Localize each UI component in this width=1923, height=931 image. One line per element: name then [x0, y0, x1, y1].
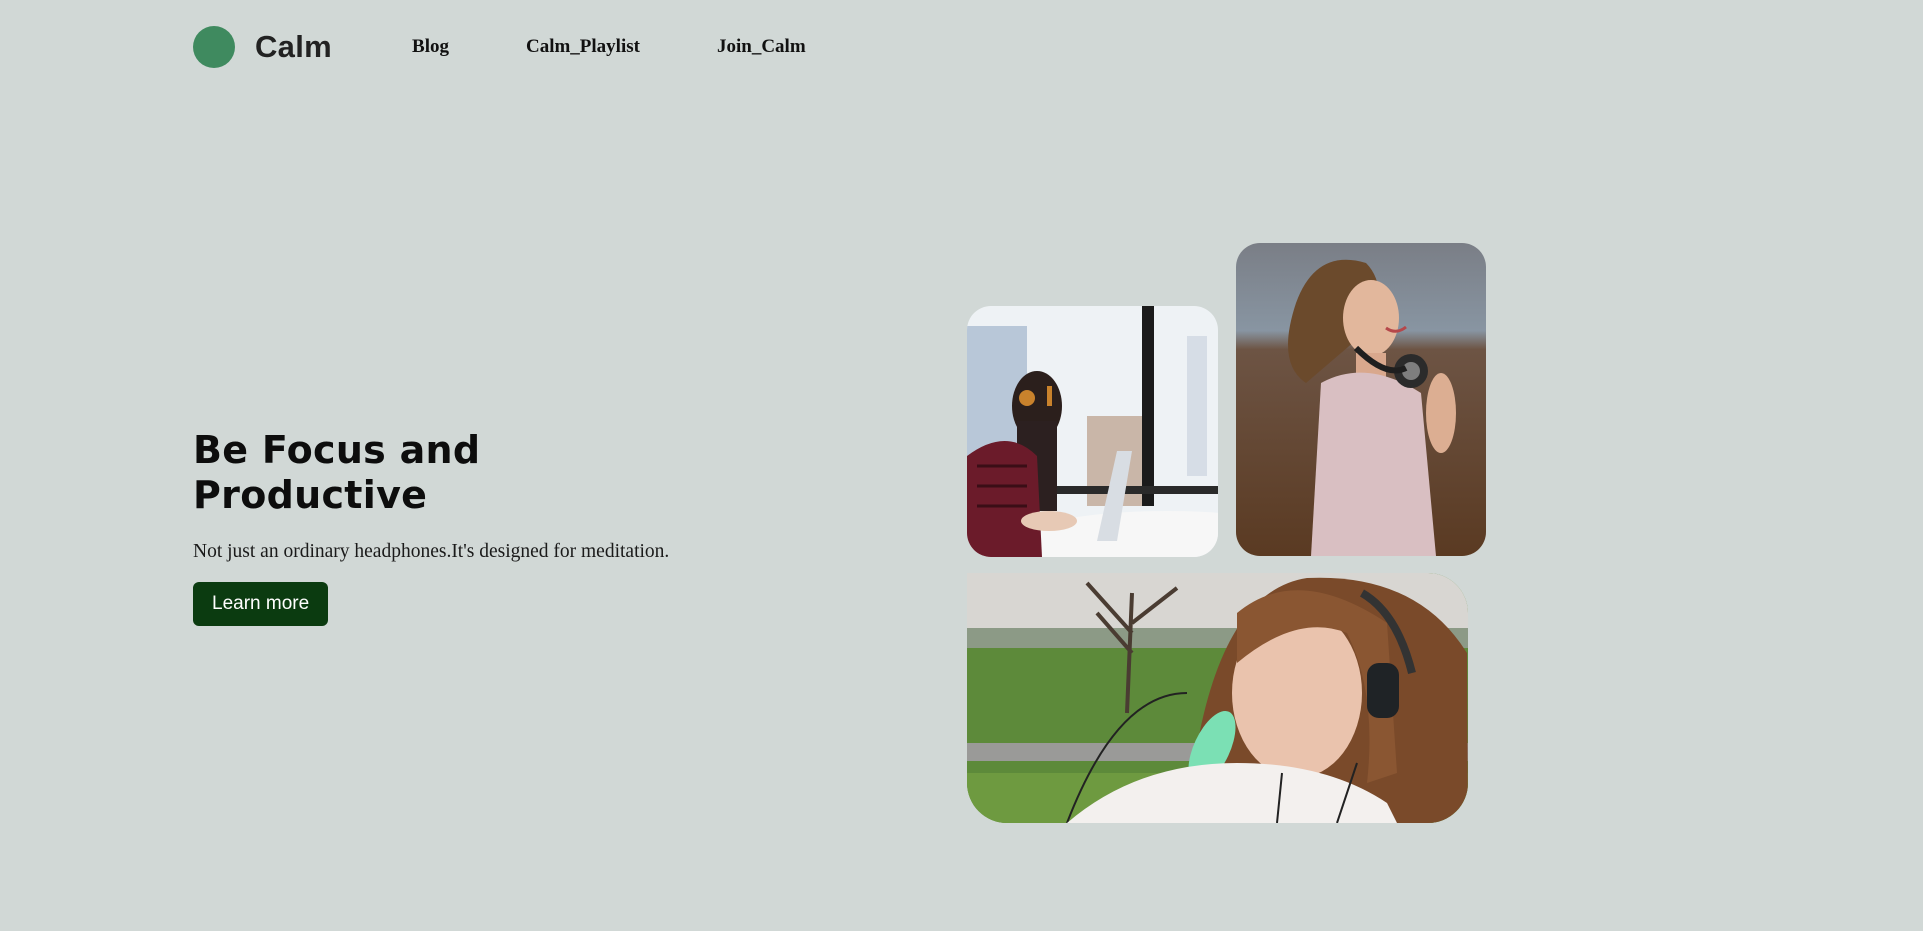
nav-link-calm-playlist[interactable]: Calm_Playlist — [526, 36, 640, 58]
top-navigation: Calm Blog Calm_Playlist Join_Calm — [193, 26, 883, 68]
logo-icon[interactable] — [193, 26, 235, 68]
learn-more-button[interactable]: Learn more — [193, 582, 329, 626]
nav-links: Blog Calm_Playlist Join_Calm — [412, 36, 883, 58]
hero-subtitle: Not just an ordinary headphones.It's des… — [193, 541, 670, 562]
brand-name[interactable]: Calm — [255, 29, 332, 65]
smiling-woman-with-headphones-photo — [1236, 243, 1486, 556]
woman-with-headphones-at-laptop-photo — [967, 306, 1218, 557]
nav-link-blog[interactable]: Blog — [412, 36, 449, 58]
hero-title: Be Focus and Productive — [193, 428, 481, 517]
woman-with-headphones-in-park-photo — [967, 573, 1468, 823]
nav-link-join-calm[interactable]: Join_Calm — [717, 36, 806, 58]
hero-section: Be Focus and Productive Not just an ordi… — [193, 428, 753, 626]
